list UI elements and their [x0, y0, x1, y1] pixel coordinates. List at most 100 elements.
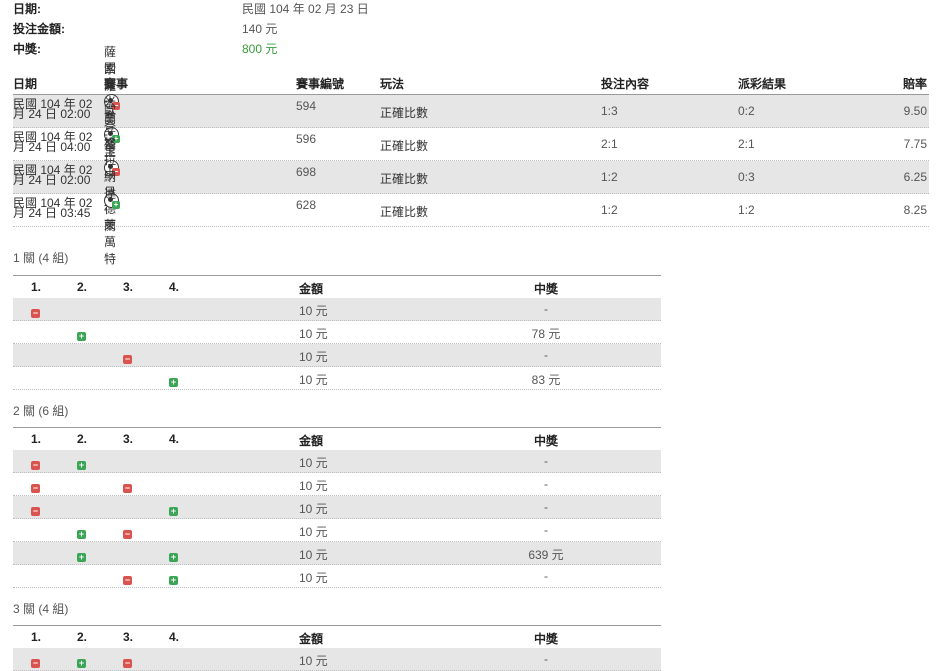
match-table-header: 日期 賽事 賽事編號 玩法 投注內容 派彩結果 賠率 — [13, 72, 929, 95]
minus-icon: − — [123, 354, 132, 364]
match-rows: 民國 104 年 02月 24 日 02:00−薩索羅 - 拿坡里594正確比數… — [13, 45, 929, 266]
payout-result: 2:1 — [738, 137, 755, 151]
minus-icon: − — [31, 460, 40, 470]
header-prize: 中獎 — [534, 282, 559, 296]
payout-result: 1:2 — [738, 203, 755, 217]
stake-value: 140 元 — [242, 22, 278, 36]
header-amount: 金額 — [299, 282, 324, 296]
parlay-table-header: 1. 2. 3. 4. 金額 中獎 — [13, 428, 661, 450]
plus-icon: + — [169, 575, 178, 585]
header-odds: 賠率 — [902, 77, 927, 91]
table-row: 民國 104 年 02 月 24 日 02:00− 歐登塞 - 中日德蘭 698 正確比… — [13, 103, 929, 233]
summary-stake-row: 投注金額: 140 元 — [13, 20, 513, 40]
table-row: 民國 104 年 02 月 24 日 03:45 + 格拉納達 - 萊萬特 628 正確比… — [13, 136, 929, 266]
plus-icon: + — [77, 460, 86, 470]
minus-icon: − — [31, 506, 40, 516]
combo-amount: 10 元 — [299, 350, 328, 364]
match-id: 698 — [296, 165, 317, 179]
table-row: + − 10 元 - — [13, 519, 661, 542]
match-date: 民國 104 年 02 月 24 日 03:45 — [13, 197, 101, 220]
minus-icon: − — [31, 308, 40, 318]
combo-amount: 10 元 — [299, 327, 328, 341]
parlay-table-header: 1. 2. 3. 4. 金額 中獎 — [13, 626, 661, 648]
combo-amount: 10 元 — [299, 373, 328, 387]
match-date-line2: 月 24 日 02:00 — [13, 173, 91, 187]
play-type: 正確比數 — [380, 205, 429, 219]
combo-prize: - — [544, 454, 548, 468]
play-type: 正確比數 — [380, 172, 429, 186]
prize-value: 800 元 — [242, 42, 278, 56]
plus-icon: + — [77, 331, 86, 341]
combo-prize: - — [544, 348, 548, 362]
payout-result: 0:3 — [738, 170, 755, 184]
header-leg-3: 3. — [123, 432, 134, 446]
bet-content: 1:3 — [601, 104, 618, 118]
combo-amount: 10 元 — [299, 548, 328, 562]
header-leg-2: 2. — [77, 630, 88, 644]
bet-summary: 日期: 民國 104 年 02 月 23 日 投注金額: 140 元 中獎: 8… — [13, 0, 513, 60]
odds: 6.25 — [903, 170, 927, 184]
combo-amount: 10 元 — [299, 502, 328, 516]
combo-amount: 10 元 — [299, 479, 328, 493]
header-leg-3: 3. — [123, 280, 134, 294]
table-row: − 10 元 - — [13, 344, 661, 367]
table-row: +10 元 78 元 — [13, 321, 661, 344]
header-leg-2: 2. — [77, 432, 88, 446]
date-value: 民國 104 年 02 月 23 日 — [242, 2, 369, 16]
header-amount: 金額 — [299, 434, 324, 448]
header-leg-3: 3. — [123, 630, 134, 644]
odds: 9.50 — [903, 104, 927, 118]
combo-prize: - — [544, 302, 548, 316]
match-date-line2: 月 24 日 03:45 — [13, 206, 91, 220]
play-type: 正確比數 — [380, 106, 429, 120]
match-table: 日期 賽事 賽事編號 玩法 投注內容 派彩結果 賠率 民國 104 年 02 月 … — [13, 45, 929, 266]
match-id: 628 — [296, 198, 317, 212]
header-leg-1: 1. — [31, 280, 42, 294]
table-row: +10 元 83 元 — [13, 367, 661, 390]
combo-prize: - — [544, 477, 548, 491]
combo-amount: 10 元 — [299, 654, 328, 668]
header-play-type: 玩法 — [380, 77, 405, 91]
table-row: − +10 元 - — [13, 496, 661, 519]
combo-prize: - — [544, 500, 548, 514]
header-prize: 中獎 — [534, 632, 559, 646]
table-row: − + −10 元- — [13, 648, 661, 671]
table-row: + +10 元 639 元 — [13, 542, 661, 565]
parlay-title: 1 關 (4 組) — [13, 251, 69, 265]
stake-label: 投注金額: — [13, 22, 65, 36]
combo-amount: 10 元 — [299, 525, 328, 539]
header-date: 日期 — [13, 77, 38, 91]
bet-content: 1:2 — [601, 203, 618, 217]
header-leg-1: 1. — [31, 432, 42, 446]
match-teams: 格拉納達 - 萊萬特 — [104, 135, 117, 266]
match-date: 民國 104 年 02 月 24 日 02:00 — [13, 164, 101, 187]
payout-result: 0:2 — [738, 104, 755, 118]
minus-icon: − — [123, 575, 132, 585]
summary-date-row: 日期: 民國 104 年 02 月 23 日 — [13, 0, 513, 20]
minus-icon: − — [123, 529, 132, 539]
table-row: − 10 元 - — [13, 298, 661, 321]
plus-icon: + — [169, 377, 178, 387]
parlay-table: 1. 2. 3. 4. 金額 中獎 − 10 元 - +10 元 78 元 − 10 元 - +10 元 83… — [13, 275, 661, 390]
table-row: 民國 104 年 02月 24 日 02:00−薩索羅 - 拿坡里594正確比數… — [13, 45, 929, 158]
table-row: − +10 元 - — [13, 450, 661, 473]
combo-prize: - — [544, 652, 548, 666]
match-id: 596 — [296, 132, 317, 146]
minus-icon: − — [123, 483, 132, 493]
parlay-table: 1. 2. 3. 4. 金額 中獎 − + −10 元- — [13, 625, 661, 671]
match-date-line2: 月 24 日 02:00 — [13, 107, 91, 121]
match-id: 594 — [296, 99, 317, 113]
bet-content: 2:1 — [601, 137, 618, 151]
combo-prize: 83 元 — [531, 373, 561, 387]
combo-prize: - — [544, 569, 548, 583]
header-leg-4: 4. — [169, 432, 180, 446]
date-label: 日期: — [13, 2, 41, 16]
header-payout-result: 派彩結果 — [738, 77, 787, 91]
plus-icon: + — [77, 552, 86, 562]
odds: 7.75 — [903, 137, 927, 151]
header-leg-2: 2. — [77, 280, 88, 294]
combo-prize: 78 元 — [531, 327, 561, 341]
table-row: 民國 104 年 02月 24 日 04:00+國際米蘭 - 卡利亞里596正確… — [13, 61, 929, 208]
table-row: − − 10 元 - — [13, 473, 661, 496]
match-date: 民國 104 年 02 月 24 日 02:00 — [13, 98, 101, 121]
